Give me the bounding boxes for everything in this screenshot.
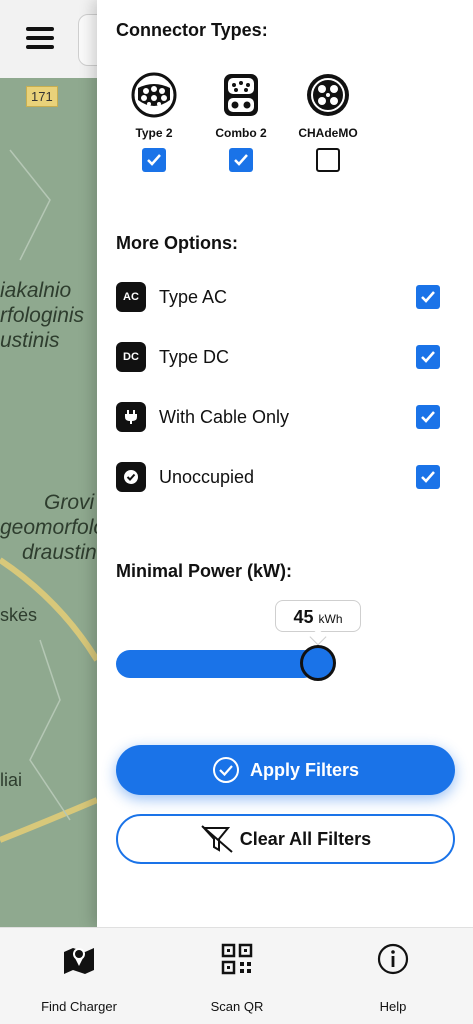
- check-circle-icon: [212, 757, 239, 783]
- connector-combo2[interactable]: Combo 2: [201, 72, 281, 172]
- connector-label: Combo 2: [215, 126, 267, 140]
- nav-label: Find Charger: [41, 999, 117, 1014]
- connector-type2[interactable]: Type 2: [114, 72, 194, 172]
- qr-code-icon: [221, 943, 253, 975]
- power-slider-track[interactable]: [116, 650, 318, 678]
- power-value-tooltip: 45 kWh: [275, 600, 361, 632]
- map-pin-icon: [64, 948, 94, 974]
- map-label: rfologinis: [0, 304, 85, 327]
- checkmark-icon: [421, 351, 435, 363]
- with-cable-checkbox[interactable]: [416, 405, 440, 429]
- info-icon: [377, 943, 409, 975]
- clear-all-filters-button[interactable]: Clear All Filters: [116, 814, 455, 864]
- option-label: Unoccupied: [159, 466, 255, 487]
- map-label: draustin: [22, 541, 97, 564]
- dc-icon: DC: [116, 342, 146, 372]
- option-type-ac[interactable]: AC Type AC: [116, 277, 446, 317]
- option-unoccupied[interactable]: Unoccupied: [116, 457, 446, 497]
- apply-filters-button[interactable]: Apply Filters: [116, 745, 455, 795]
- power-value: 45: [293, 607, 314, 627]
- minimal-power-title: Minimal Power (kW):: [116, 561, 293, 581]
- option-with-cable[interactable]: With Cable Only: [116, 397, 446, 437]
- nav-find-charger[interactable]: Find Charger: [9, 942, 149, 1014]
- filter-off-icon: [201, 825, 233, 853]
- combo2-checkbox[interactable]: [229, 148, 253, 172]
- chademo-connector-icon: [307, 74, 349, 116]
- chademo-checkbox[interactable]: [316, 148, 340, 172]
- bottom-navigation: Find Charger Scan QR Help: [0, 927, 473, 1024]
- combo2-connector-icon: [224, 74, 258, 116]
- nav-help[interactable]: Help: [323, 942, 463, 1014]
- clear-all-filters-label: Clear All Filters: [239, 828, 372, 849]
- map-label: ustinis: [0, 329, 60, 352]
- connector-label: Type 2: [135, 126, 173, 140]
- type-dc-checkbox[interactable]: [416, 345, 440, 369]
- apply-filters-label: Apply Filters: [249, 759, 360, 780]
- map-label: iakalnio: [0, 279, 72, 302]
- map-label: skės: [0, 605, 38, 625]
- hamburger-menu-icon[interactable]: [22, 22, 58, 56]
- connector-types-title: Connector Types:: [116, 20, 268, 40]
- option-label: Type DC: [159, 346, 230, 367]
- option-label: With Cable Only: [159, 406, 290, 427]
- checkmark-icon: [147, 154, 161, 166]
- more-options-title: More Options:: [116, 233, 238, 253]
- check-circle-icon: [116, 462, 146, 492]
- road-number-badge: 171: [26, 86, 58, 107]
- option-type-dc[interactable]: DC Type DC: [116, 337, 446, 377]
- type2-checkbox[interactable]: [142, 148, 166, 172]
- filter-panel: Connector Types: Type 2 Combo 2 CHAdeMO …: [97, 0, 473, 927]
- plug-icon: [116, 402, 146, 432]
- type2-connector-icon: [131, 72, 177, 118]
- map-label: liai: [0, 770, 23, 790]
- checkmark-icon: [234, 154, 248, 166]
- type-ac-checkbox[interactable]: [416, 285, 440, 309]
- connector-chademo[interactable]: CHAdeMO: [288, 72, 368, 172]
- power-slider-thumb[interactable]: [300, 645, 336, 681]
- power-unit: kWh: [318, 612, 343, 626]
- option-label: Type AC: [159, 286, 228, 307]
- ac-icon: AC: [116, 282, 146, 312]
- checkmark-icon: [421, 411, 435, 423]
- nav-label: Help: [379, 999, 407, 1014]
- connector-label: CHAdeMO: [298, 126, 358, 140]
- unoccupied-checkbox[interactable]: [416, 465, 440, 489]
- map-label: Grovi: [44, 491, 95, 514]
- nav-scan-qr[interactable]: Scan QR: [167, 942, 307, 1014]
- map-label: geomorfolo: [0, 516, 106, 539]
- checkmark-icon: [421, 471, 435, 483]
- checkmark-icon: [421, 291, 435, 303]
- nav-label: Scan QR: [210, 999, 264, 1014]
